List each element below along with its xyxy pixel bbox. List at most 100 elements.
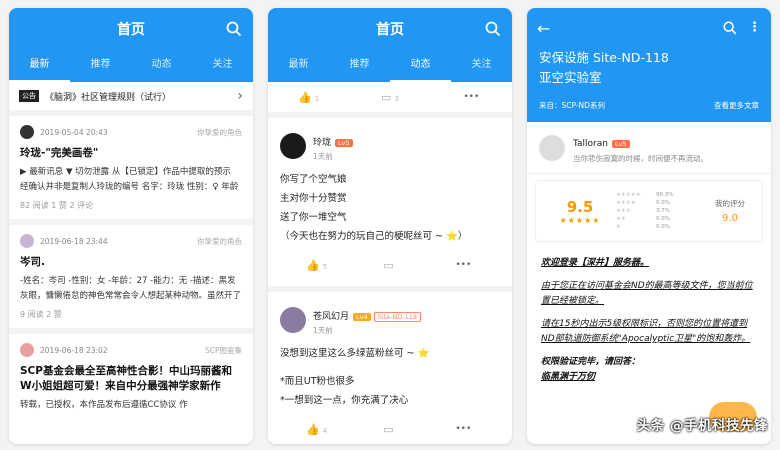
rating-percent: 96.3% bbox=[656, 192, 674, 198]
rating-percent: 3.7% bbox=[656, 208, 670, 214]
tab-recommended[interactable]: 推荐 bbox=[70, 50, 131, 82]
like-count: 4 bbox=[322, 426, 328, 435]
comment-icon: ▭ bbox=[383, 258, 394, 272]
tab-latest[interactable]: 最新 bbox=[268, 50, 329, 82]
my-rating[interactable]: 我的评分 9.0 bbox=[706, 198, 754, 224]
search-icon[interactable] bbox=[225, 20, 243, 38]
post-date: 2019-06-18 23:02 bbox=[40, 345, 108, 355]
feed-line: （今天也在努力的玩自己的梗呢丝可 ~ ⭐） bbox=[280, 231, 468, 242]
avatar[interactable] bbox=[280, 307, 306, 333]
notice-text: 《脑洞》社区管理规则（试行） bbox=[45, 92, 172, 103]
author-name[interactable]: Talloran bbox=[573, 139, 608, 149]
user-name[interactable]: 玲珑 bbox=[313, 138, 331, 148]
article-paragraph: 由于您正在访问基金会ND的最高等级文件，您当前位置已经被锁定。 bbox=[541, 281, 753, 306]
search-icon[interactable] bbox=[484, 20, 502, 38]
comment-button[interactable]: ▭ bbox=[353, 259, 426, 272]
post-stats: 82 阅读 1 赞 2 评论 bbox=[20, 201, 94, 210]
feed-line: 送了你一堆空气 bbox=[280, 212, 347, 223]
tab-recommended[interactable]: 推荐 bbox=[329, 50, 390, 82]
post-time: 1天前 bbox=[313, 326, 333, 335]
tab-bar: 最新 推荐 动态 关注 bbox=[9, 50, 253, 82]
avatar[interactable] bbox=[539, 134, 565, 161]
phone-screen-home-latest: 首页 最新 推荐 动态 关注 公告 《脑洞》社区管理规则（试行） › 2019-… bbox=[9, 8, 253, 444]
user-name[interactable]: 苍风幻月 bbox=[313, 312, 349, 322]
tab-following[interactable]: 关注 bbox=[451, 50, 512, 82]
search-icon[interactable] bbox=[722, 20, 738, 36]
star-row-icon: ★★★★ bbox=[616, 200, 636, 206]
feed-text: 没想到这里这么多绿蓝粉丝可 ~ ⭐ *而且UT粉也很多 *一想到这一点，你充满了… bbox=[280, 344, 500, 410]
article-paragraph: 请在15秒内出示5级权限标识，否则您的位置将遭到ND部轨道防御系统"Apocal… bbox=[541, 319, 751, 344]
like-count: 1 bbox=[314, 94, 320, 103]
chevron-right-icon: › bbox=[237, 88, 243, 104]
app-title: 首页 bbox=[117, 22, 145, 38]
back-arrow-icon[interactable]: ← bbox=[537, 19, 550, 38]
avatar[interactable] bbox=[20, 234, 34, 248]
tab-following[interactable]: 关注 bbox=[192, 50, 253, 82]
author-signature: 当你悲伤寂寞的时候，时间便不再流动。 bbox=[573, 154, 708, 163]
notice-bar[interactable]: 公告 《脑洞》社区管理规则（试行） › bbox=[9, 82, 253, 116]
level-badge: Lv5 bbox=[611, 140, 630, 148]
feed-line-spacer bbox=[280, 363, 500, 372]
level-badge: Lv5 bbox=[335, 139, 353, 147]
avatar[interactable] bbox=[20, 343, 34, 357]
thumbs-up-icon: 👍 bbox=[306, 258, 320, 272]
post-card[interactable]: 2019-05-04 20:43 你挚爱的角色 玲珑-"完美画卷" ▶ 最新讯息… bbox=[9, 116, 253, 225]
app-title: 首页 bbox=[376, 22, 404, 38]
post-excerpt: -姓名：岑司 -性别：女 -年龄：27 -能力：无 -描述：黑发灰眼，慵懒倦怠的… bbox=[20, 276, 242, 301]
rating-stars: ★★★★★ bbox=[559, 215, 601, 225]
post-date: 2019-05-04 20:43 bbox=[40, 127, 108, 137]
star-row-icon: ★★★ bbox=[616, 208, 631, 214]
like-button[interactable]: 👍 1 bbox=[268, 91, 349, 104]
post-title[interactable]: SCP基金会最全至高神性合影！中山玛丽酱和W小姐姐超可爱！来自中分最强神学家新作 bbox=[20, 364, 242, 394]
article-source[interactable]: 来自：SCP-ND系列 bbox=[539, 100, 605, 111]
article-title-line: 安保设施 Site-ND-118 bbox=[539, 50, 669, 65]
avatar[interactable] bbox=[20, 125, 34, 139]
author-row[interactable]: Talloran Lv5 当你悲伤寂寞的时候，时间便不再流动。 bbox=[527, 122, 771, 174]
post-card[interactable]: 2019-06-18 23:02 SCP图鉴集 SCP基金会最全至高神性合影！中… bbox=[9, 334, 253, 421]
post-category[interactable]: 你挚爱的角色 bbox=[197, 236, 242, 247]
more-articles-link[interactable]: 查看更多文章 bbox=[714, 100, 759, 111]
my-rating-label: 我的评分 bbox=[715, 199, 745, 208]
star-row-icon: ★ bbox=[616, 224, 621, 230]
star-row-icon: ★★ bbox=[616, 216, 626, 222]
feed-item[interactable]: 玲珑 Lv5 1天前 你写了个空气娘 主对你十分赞赏 送了你一堆空气 （今天也在努… bbox=[268, 118, 512, 292]
like-button[interactable]: 👍 4 bbox=[280, 423, 353, 436]
post-date: 2019-06-18 23:44 bbox=[40, 236, 108, 246]
comment-button[interactable]: ▭ 3 bbox=[349, 91, 430, 104]
more-button[interactable]: ••• bbox=[427, 424, 500, 434]
more-button[interactable]: ••• bbox=[431, 92, 512, 102]
watermark: 头条 @手机科技先锋 bbox=[636, 418, 768, 434]
tab-activity[interactable]: 动态 bbox=[390, 50, 451, 82]
feed-line: 主对你十分赞赏 bbox=[280, 193, 347, 204]
more-button[interactable]: ••• bbox=[427, 260, 500, 270]
like-button[interactable]: 👍 5 bbox=[280, 259, 353, 272]
rating-distribution: ★★★★★ 96.3% ★★★★ 0.0% ★★★ 3.7% ★★ 0.0% ★ 0.0% bbox=[616, 191, 706, 231]
feed-action-row: 👍 4 ▭ ••• bbox=[280, 414, 500, 444]
comment-button[interactable]: ▭ bbox=[353, 423, 426, 436]
thumbs-up-icon: 👍 bbox=[306, 422, 320, 436]
feed-action-row: 👍 1 ▭ 3 ••• bbox=[268, 82, 512, 118]
post-title[interactable]: 岑司. bbox=[20, 255, 242, 270]
post-category[interactable]: 你挚爱的角色 bbox=[197, 127, 242, 138]
article-title-line: 亚空实验室 bbox=[539, 70, 602, 85]
tab-activity[interactable]: 动态 bbox=[131, 50, 192, 82]
feed-item[interactable]: 苍风幻月 Lv4 Site-ND-118 1天前 没想到这里这么多绿蓝粉丝可 ~ ⭐… bbox=[268, 292, 512, 444]
feed-action-row: 👍 5 ▭ ••• bbox=[280, 250, 500, 280]
post-excerpt: ▶ 最新讯息 ▼ 切勿泄露 从【已锁定】作品中提取的预示 经确认并非是复制人玲珑… bbox=[20, 167, 239, 192]
post-title[interactable]: 玲珑-"完美画卷" bbox=[20, 146, 242, 161]
post-card[interactable]: 2019-06-18 23:44 你挚爱的角色 岑司. -姓名：岑司 -性别：女… bbox=[9, 225, 253, 334]
article-paragraph: 欢迎登录【深井】服务器。 bbox=[541, 258, 650, 268]
tab-latest[interactable]: 最新 bbox=[9, 50, 70, 82]
comment-icon: ▭ bbox=[381, 90, 392, 104]
avatar[interactable] bbox=[280, 133, 306, 159]
feed-line: *而且UT粉也很多 bbox=[280, 376, 355, 387]
article-body: 欢迎登录【深井】服务器。 由于您正在访问基金会ND的最高等级文件，您当前位置已经… bbox=[527, 248, 771, 401]
feed-line: 没想到这里这么多绿蓝粉丝可 ~ ⭐ bbox=[280, 348, 430, 359]
post-category[interactable]: SCP图鉴集 bbox=[205, 345, 242, 356]
thumbs-up-icon: 👍 bbox=[298, 90, 312, 104]
phone-screen-article: ← ⋮ 安保设施 Site-ND-118 亚空实验室 来自：SCP-ND系列 查… bbox=[527, 8, 771, 444]
article-header: ← ⋮ 安保设施 Site-ND-118 亚空实验室 来自：SCP-ND系列 查… bbox=[527, 8, 771, 122]
overflow-menu-icon[interactable]: ⋮ bbox=[748, 20, 761, 36]
post-stats: 9 阅读 2 赞 bbox=[20, 310, 62, 319]
star-row-icon: ★★★★★ bbox=[616, 192, 641, 198]
